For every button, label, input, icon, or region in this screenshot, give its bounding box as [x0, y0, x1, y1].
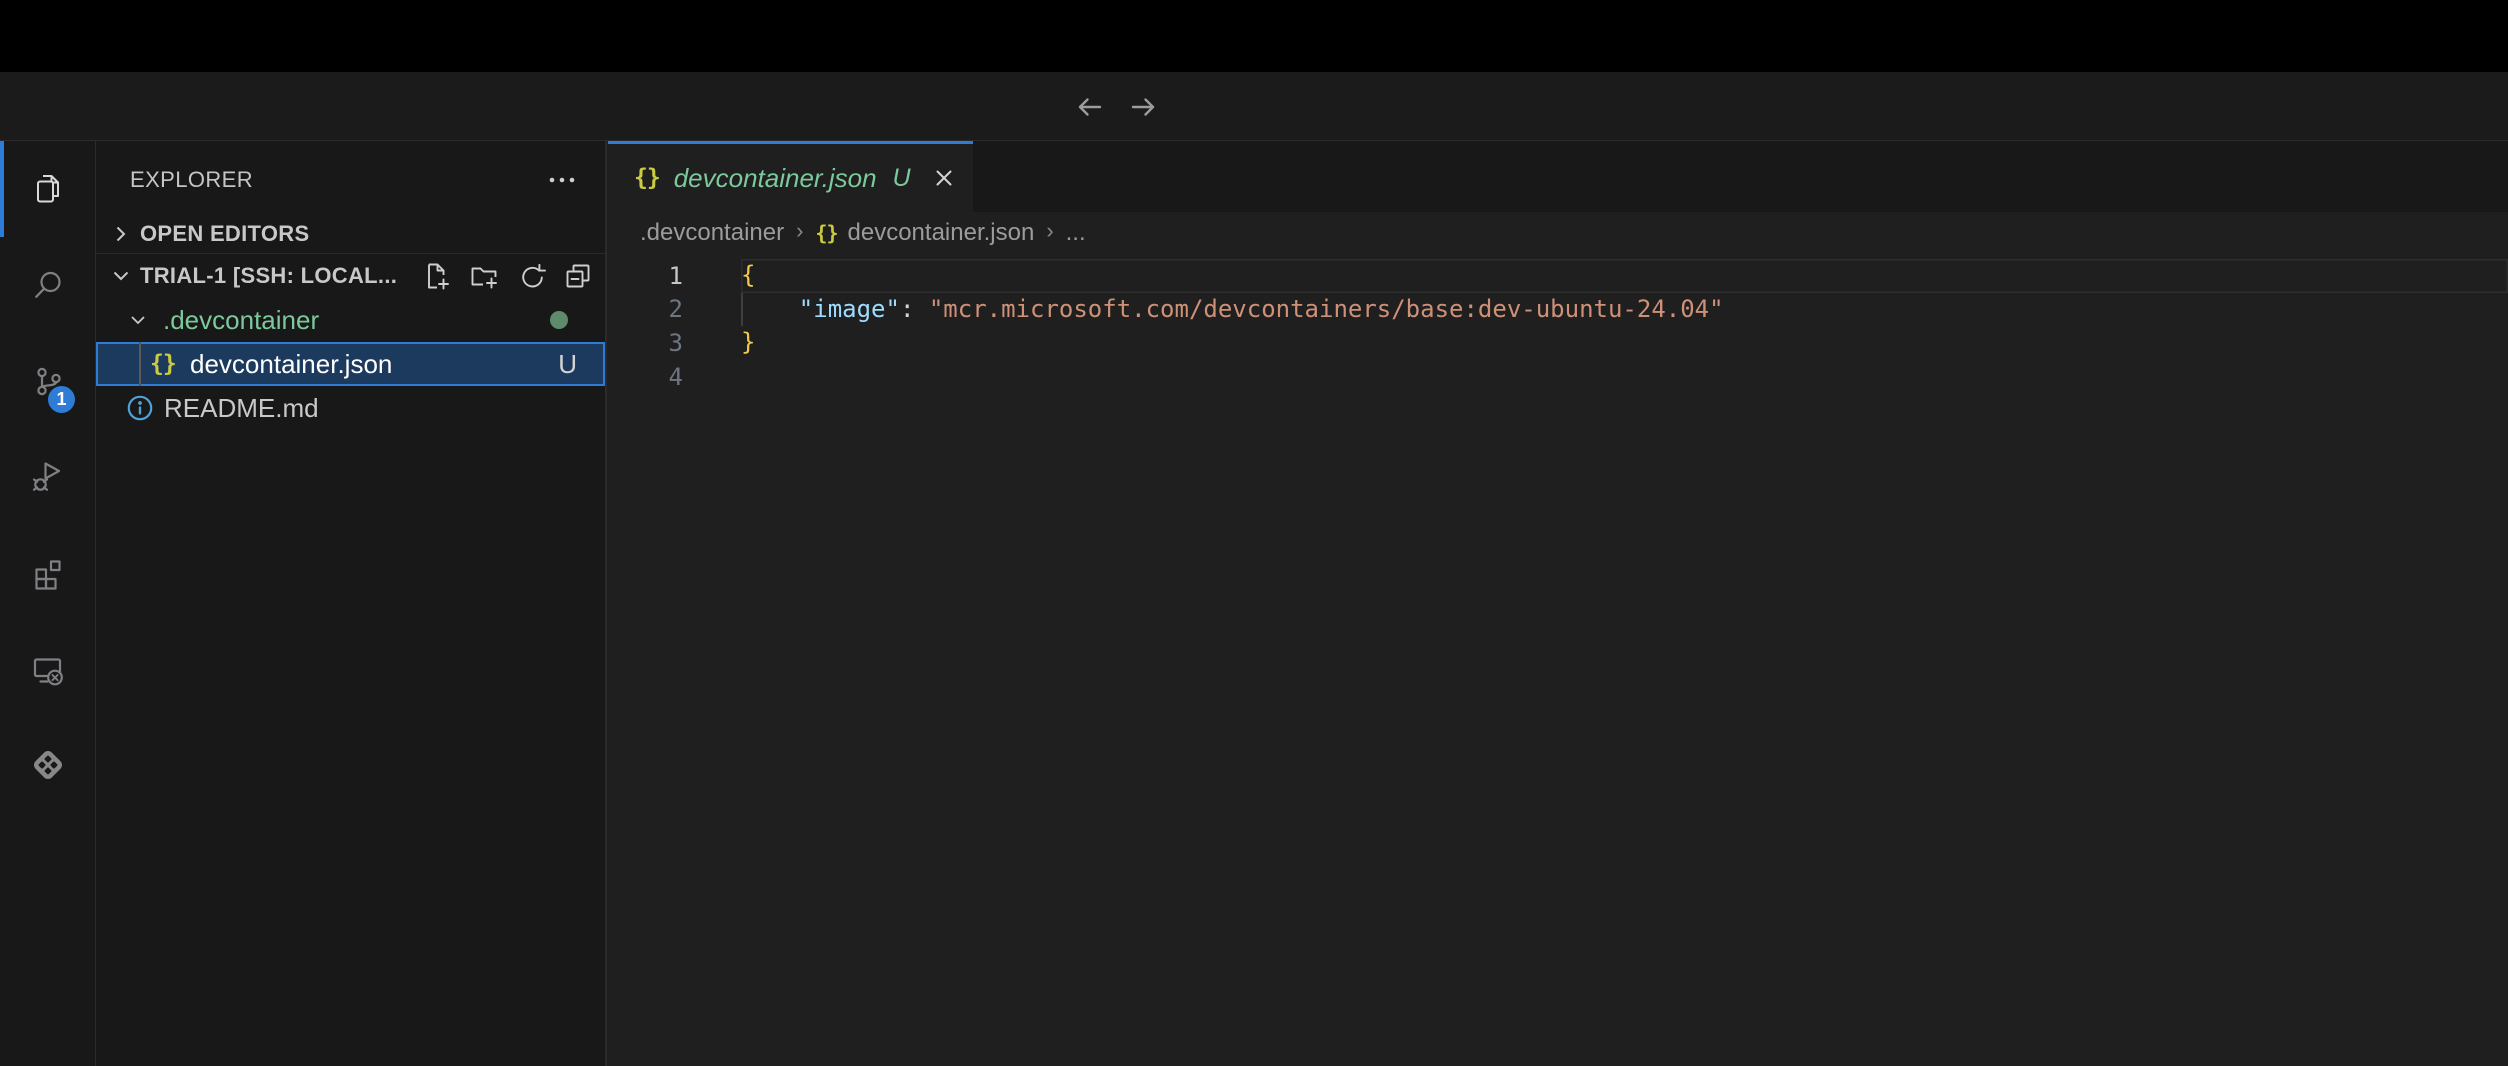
line-number: 2: [608, 295, 741, 323]
refresh-button[interactable]: [516, 261, 546, 291]
breadcrumbs: .devcontainer › {} devcontainer.json › .…: [608, 212, 2508, 253]
line-number: 4: [608, 363, 741, 391]
title-bar: Trial-1 [SSH: localhost:32772]: [0, 72, 2508, 141]
json-file-icon: {}: [150, 351, 176, 377]
more-actions-button[interactable]: [547, 165, 577, 195]
new-folder-button[interactable]: [469, 261, 499, 291]
activity-item-explorer[interactable]: [0, 141, 96, 237]
new-file-button[interactable]: [422, 261, 452, 291]
chevron-separator-icon: ›: [794, 218, 805, 247]
code-line[interactable]: 3}: [608, 326, 2508, 360]
code-line[interactable]: 1{: [608, 259, 2508, 293]
tree-item-devcontainer-folder[interactable]: .devcontainer: [96, 298, 605, 342]
window-top-strip: [0, 0, 2508, 72]
extensions-icon: [31, 556, 65, 590]
chevron-right-icon: [108, 221, 134, 247]
line-number: 1: [608, 262, 741, 290]
search-icon: [31, 268, 65, 302]
file-name: README.md: [164, 393, 319, 424]
folder-name: .devcontainer: [163, 305, 319, 336]
file-name: devcontainer.json: [190, 349, 392, 380]
git-modified-dot-badge: [550, 311, 568, 329]
line-content[interactable]: [741, 360, 2508, 394]
code-editor[interactable]: 1{2 "image": "mcr.microsoft.com/devconta…: [608, 253, 2508, 1066]
line-content[interactable]: "image": "mcr.microsoft.com/devcontainer…: [741, 293, 2508, 327]
activity-item-remote-explorer[interactable]: [0, 621, 96, 717]
history-forward-button[interactable]: [1125, 88, 1163, 126]
tab-git-untracked-badge: U: [893, 164, 911, 193]
tab-label: devcontainer.json: [674, 163, 877, 194]
activity-item-source-control[interactable]: 1: [0, 333, 96, 429]
debug-icon: [31, 460, 65, 494]
editor-group: {} devcontainer.json U .devcontainer › {…: [608, 141, 2508, 1066]
activity-bar: 1: [0, 141, 96, 1066]
explorer-sidebar: EXPLORER OPEN EDITORS TRIAL-1 [SSH: LOCA…: [96, 141, 607, 1066]
code-line[interactable]: 4: [608, 360, 2508, 394]
open-editors-label: OPEN EDITORS: [140, 221, 309, 247]
activity-item-diamond[interactable]: [0, 717, 96, 813]
arrow-right-icon: [1126, 89, 1162, 125]
json-file-icon: {}: [815, 221, 837, 245]
breadcrumb-file[interactable]: devcontainer.json: [848, 219, 1035, 247]
chevron-down-icon: [108, 263, 134, 289]
tree-item-readme[interactable]: README.md: [96, 386, 605, 430]
open-editors-section[interactable]: OPEN EDITORS: [96, 215, 605, 253]
code-line[interactable]: 2 "image": "mcr.microsoft.com/devcontain…: [608, 293, 2508, 327]
history-back-button[interactable]: [1070, 88, 1108, 126]
sidebar-title: EXPLORER: [130, 167, 253, 193]
editor-indent-guide: [741, 293, 743, 326]
breadcrumb-folder[interactable]: .devcontainer: [640, 219, 784, 247]
git-untracked-badge: U: [558, 349, 577, 380]
line-content[interactable]: }: [741, 326, 2508, 360]
line-number: 3: [608, 329, 741, 357]
breadcrumb-symbol[interactable]: ...: [1066, 219, 1086, 247]
info-icon: [126, 394, 154, 422]
close-icon[interactable]: [931, 165, 957, 191]
diamond-grid-icon: [30, 747, 66, 783]
arrow-left-icon: [1071, 89, 1107, 125]
json-file-icon: {}: [634, 165, 660, 191]
workspace-label: TRIAL-1 [SSH: LOCAL...: [140, 263, 397, 289]
tree-indent-guide: [139, 342, 141, 386]
ellipsis-icon: [547, 165, 577, 195]
code-lines: 1{2 "image": "mcr.microsoft.com/devconta…: [608, 259, 2508, 393]
tree-item-devcontainer-json[interactable]: {} devcontainer.json U: [96, 342, 605, 386]
tab-strip: {} devcontainer.json U: [608, 141, 2508, 212]
activity-item-extensions[interactable]: [0, 525, 96, 621]
activity-item-search[interactable]: [0, 237, 96, 333]
workspace-section[interactable]: TRIAL-1 [SSH: LOCAL...: [96, 254, 605, 298]
tab-devcontainer-json[interactable]: {} devcontainer.json U: [608, 141, 973, 212]
workspace-actions: [422, 261, 593, 291]
line-content[interactable]: {: [741, 259, 2508, 293]
files-icon: [31, 172, 65, 206]
scm-count-badge: 1: [48, 386, 75, 413]
chevron-separator-icon: ›: [1044, 218, 1055, 247]
collapse-all-button[interactable]: [563, 261, 593, 291]
sidebar-header: EXPLORER: [96, 141, 605, 215]
chevron-down-icon: [126, 308, 150, 332]
activity-item-run-debug[interactable]: [0, 429, 96, 525]
remote-explorer-icon: [31, 652, 65, 686]
